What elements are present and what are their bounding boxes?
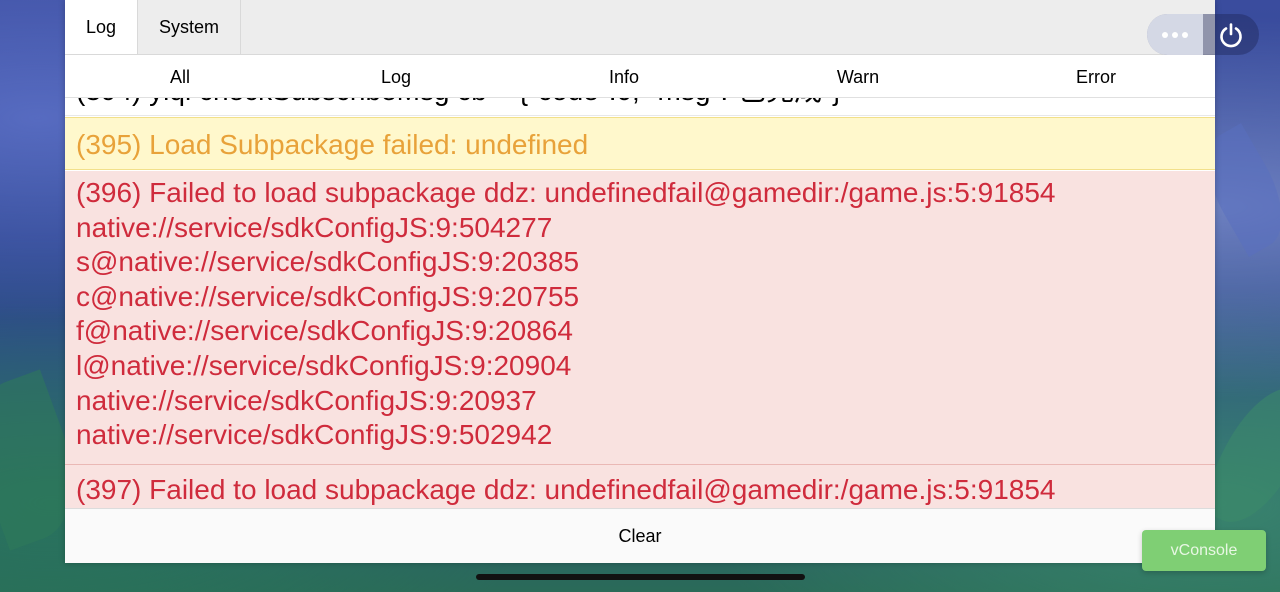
stack-line: c@native://service/sdkConfigJS:9:20755 — [76, 280, 580, 312]
log-text: (395) Load Subpackage failed: undefined — [76, 129, 589, 160]
vconsole-toggle-button[interactable]: vConsole — [1142, 530, 1266, 571]
tab-bar: Log System — [65, 0, 1215, 55]
filter-info[interactable]: Info — [509, 55, 739, 97]
filter-all[interactable]: All — [65, 55, 295, 97]
footer-toolbar: Clear — [65, 508, 1215, 563]
log-text: (394) yiqi checkSubscribeMsg cb ~ {"code… — [76, 98, 1204, 109]
power-icon[interactable] — [1203, 14, 1259, 55]
log-text: (397) Failed to load subpackage ddz: und… — [76, 474, 1056, 505]
filter-log[interactable]: Log — [281, 55, 511, 97]
home-indicator[interactable] — [476, 574, 805, 580]
log-list[interactable]: (394) yiqi checkSubscribeMsg cb ~ {"code… — [65, 98, 1215, 508]
dot — [1182, 31, 1188, 38]
log-text: (396) Failed to load subpackage ddz: und… — [76, 177, 1056, 208]
log-filter-bar: All Log Info Warn Error — [65, 55, 1215, 98]
stack-line: s@native://service/sdkConfigJS:9:20385 — [76, 246, 580, 278]
log-row-394: (394) yiqi checkSubscribeMsg cb ~ {"code… — [65, 98, 1215, 116]
stack-line: native://service/sdkConfigJS:9:504277 — [76, 211, 553, 243]
log-row-395-warn: (395) Load Subpackage failed: undefined — [65, 117, 1215, 170]
log-row-396-error: (396) Failed to load subpackage ddz: und… — [65, 171, 1215, 465]
dot — [1172, 31, 1178, 38]
filter-error[interactable]: Error — [981, 55, 1211, 97]
stack-line: l@native://service/sdkConfigJS:9:20904 — [76, 349, 572, 381]
stack-line: f@native://service/sdkConfigJS:9:20864 — [76, 315, 573, 347]
dot — [1162, 31, 1168, 38]
tab-system[interactable]: System — [138, 0, 241, 54]
more-dots-icon[interactable] — [1147, 14, 1203, 55]
stack-line: native://service/sdkConfigJS:9:502942 — [76, 419, 553, 451]
clear-button[interactable]: Clear — [65, 509, 1215, 563]
filter-warn[interactable]: Warn — [743, 55, 973, 97]
tab-log[interactable]: Log — [65, 0, 138, 54]
power-icon-svg — [1220, 22, 1242, 47]
miniprogram-capsule — [1147, 14, 1259, 55]
vconsole-panel: Log System All Log Info Warn Error (394)… — [65, 0, 1215, 563]
stack-line: native://service/sdkConfigJS:9:20937 — [76, 384, 537, 416]
log-row-397-error: (397) Failed to load subpackage ddz: und… — [65, 465, 1215, 508]
